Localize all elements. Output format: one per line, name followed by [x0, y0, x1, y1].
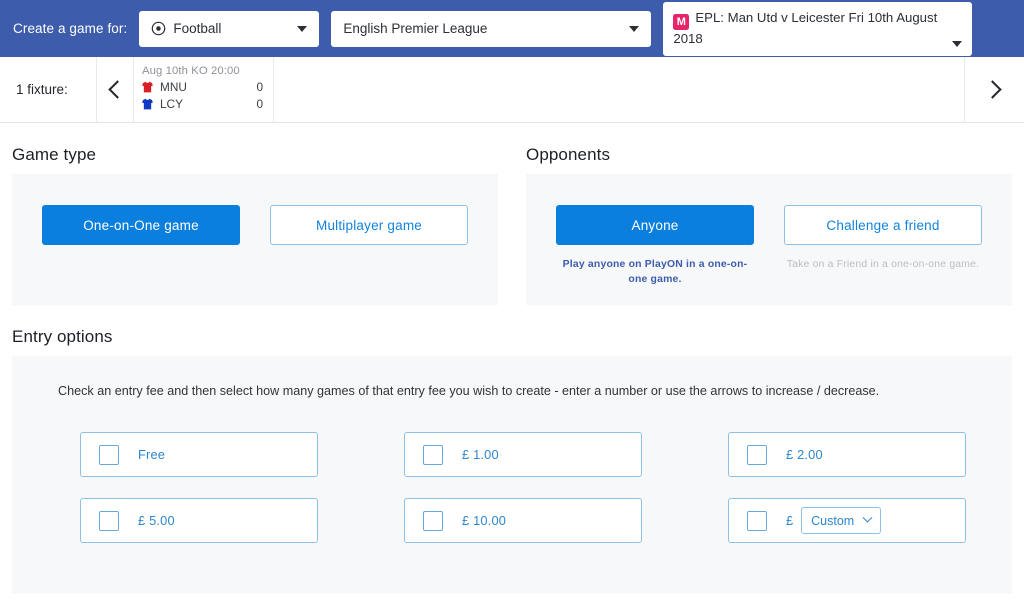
fixture-date: Aug 10th KO 20:00: [142, 65, 240, 77]
entry-fee-label: £ 10.00: [462, 513, 507, 528]
entry-options-title: Entry options: [12, 327, 113, 346]
game-type-option-multiplayer[interactable]: Multiplayer game: [270, 205, 468, 245]
fixture-card[interactable]: Aug 10th KO 20:00 MNU 0 LCY 0: [134, 57, 274, 122]
entry-fee-label: Free: [138, 447, 166, 462]
create-game-header: Create a game for: Football English Prem…: [0, 0, 1024, 57]
fixture-team-score: 0: [256, 97, 263, 111]
opponents-panel: Anyone Challenge a friend Play anyone on…: [526, 174, 1012, 305]
checkbox-fee-1[interactable]: [423, 444, 443, 465]
checkbox-fee-2[interactable]: [747, 444, 767, 465]
opponents-title: Opponents: [526, 145, 611, 164]
opponents-section: Opponents Anyone Challenge a friend Play…: [526, 123, 1012, 305]
checkbox-fee-custom[interactable]: [747, 510, 767, 531]
entry-options-section: Entry options Check an entry fee and the…: [12, 327, 1012, 593]
entry-fee-option-2[interactable]: £ 2.00: [728, 432, 966, 477]
entry-fee-grid: Free £ 1.00 £ 2.00 £ 5.00 £ 10.00 £ Cust…: [80, 432, 982, 543]
fixture-select[interactable]: M EPL: Man Utd v Leicester Fri 10th Augus…: [663, 1, 973, 56]
opponents-caption-anyone: Play anyone on PlayON in a one-on-one ga…: [562, 259, 748, 286]
entry-fee-label: £ 5.00: [138, 513, 175, 528]
fixture-prev-button[interactable]: [97, 57, 134, 122]
entry-fee-label: £ 1.00: [462, 447, 499, 462]
fixture-team-row: LCY 0: [142, 97, 263, 111]
fixture-team-name: LCY: [160, 97, 183, 111]
opponents-caption-challenge-friend: Take on a Friend in a one-on-one game.: [786, 259, 980, 270]
opponents-option-anyone[interactable]: Anyone: [556, 205, 754, 245]
entry-fee-option-free[interactable]: Free: [80, 432, 318, 477]
entry-fee-option-5[interactable]: £ 5.00: [80, 498, 318, 543]
match-badge-icon: M: [673, 14, 690, 31]
entry-options-panel: Check an entry fee and then select how m…: [12, 356, 1012, 593]
football-icon: [152, 21, 166, 36]
league-select-value: English Premier League: [343, 21, 488, 36]
checkbox-free[interactable]: [99, 444, 119, 465]
game-type-panel: One-on-One game Multiplayer game: [12, 174, 498, 305]
jersey-icon-home: [142, 81, 153, 93]
jersey-icon-away: [142, 98, 153, 110]
entry-fee-option-1[interactable]: £ 1.00: [404, 432, 642, 477]
fixture-next-button[interactable]: [964, 57, 1024, 122]
entry-fee-currency: £: [786, 513, 794, 528]
fixture-bar: 1 fixture: Aug 10th KO 20:00 MNU 0 LCY 0: [0, 57, 1024, 123]
create-game-label: Create a game for:: [13, 21, 128, 36]
chevron-left-icon: [107, 80, 127, 99]
entry-fee-label: £ 2.00: [786, 447, 823, 462]
game-type-option-one-on-one[interactable]: One-on-One game: [42, 205, 240, 245]
game-type-section: Game type One-on-One game Multiplayer ga…: [12, 123, 498, 305]
fixture-team-name: MNU: [160, 80, 187, 94]
entry-fee-option-10[interactable]: £ 10.00: [404, 498, 642, 543]
entry-options-hint: Check an entry fee and then select how m…: [58, 384, 880, 398]
fixture-count-label: 1 fixture:: [0, 57, 97, 122]
league-select[interactable]: English Premier League: [331, 10, 652, 47]
custom-fee-select[interactable]: Custom: [801, 507, 882, 534]
opponents-option-challenge-friend[interactable]: Challenge a friend: [784, 205, 982, 245]
sport-select-value: Football: [173, 21, 222, 36]
entry-fee-option-custom[interactable]: £ Custom: [728, 498, 966, 543]
checkbox-fee-10[interactable]: [423, 510, 443, 531]
custom-fee-value: Custom: [811, 513, 855, 528]
sport-select[interactable]: Football: [139, 10, 320, 47]
fixture-select-value: EPL: Man Utd v Leicester Fri 10th August…: [673, 9, 938, 47]
game-type-title: Game type: [12, 145, 97, 164]
chevron-right-icon: [983, 80, 1002, 99]
fixture-team-score: 0: [256, 80, 263, 94]
chevron-down-icon: [297, 25, 308, 32]
chevron-down-icon: [862, 512, 873, 523]
fixture-team-row: MNU 0: [142, 80, 263, 94]
chevron-down-icon: [629, 25, 640, 32]
checkbox-fee-5[interactable]: [99, 510, 119, 531]
chevron-down-icon: [952, 40, 963, 47]
